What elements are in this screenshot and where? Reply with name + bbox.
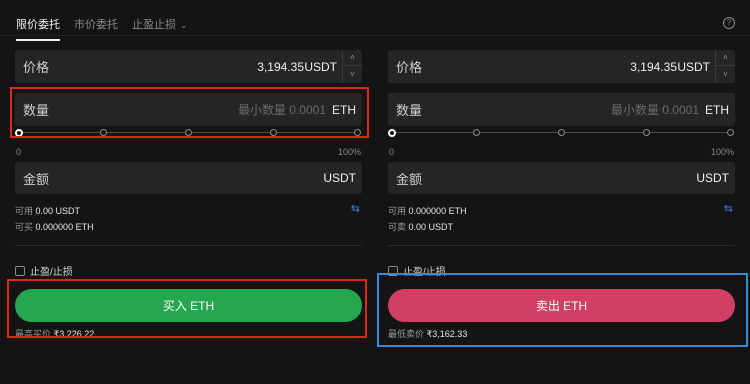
sell-amount-field[interactable]: 金额 USDT	[388, 162, 735, 194]
buy-best-price: 最高买价 ₹3,226.22	[15, 327, 94, 340]
buy-tpsl-checkbox[interactable]: 止盈/止损	[15, 263, 73, 278]
buy-price-field[interactable]: 价格 3,194.35 USDT ˄ ˅	[15, 50, 362, 83]
slider-step-100[interactable]	[727, 129, 734, 136]
sell-can-sell: 可卖 0.00 USDT	[388, 220, 453, 233]
sell-price-field[interactable]: 价格 3,194.35 USDT ˄ ˅	[388, 50, 735, 83]
sell-tpsl-label: 止盈/止损	[403, 267, 446, 278]
sell-available-label: 可用	[388, 206, 407, 216]
checkbox-icon[interactable]	[15, 265, 25, 276]
sell-qty-unit: ETH	[705, 102, 729, 117]
slider-step-25[interactable]	[473, 129, 480, 136]
sell-qty-placeholder: 最小数量 0.0001	[610, 103, 699, 117]
buy-price-label: 价格	[23, 60, 50, 75]
buy-slider-max-label: 100%	[337, 147, 361, 157]
increment-icon[interactable]: ˄	[716, 50, 735, 66]
buy-best-price-label: 最高买价	[15, 329, 52, 339]
slider-step-50[interactable]	[185, 129, 192, 136]
buy-eth-button[interactable]: 买入 ETH	[15, 289, 362, 322]
sell-slider-max-label: 100%	[710, 147, 734, 157]
buy-available-label: 可用	[15, 206, 34, 216]
sell-price-unit: USDT	[677, 59, 710, 74]
buy-price-stepper[interactable]: ˄ ˅	[342, 50, 362, 83]
slider-step-50[interactable]	[558, 129, 565, 136]
decrement-icon[interactable]: ˅	[716, 66, 735, 82]
sell-qty-label: 数量	[396, 103, 423, 118]
buy-can-buy-label: 可买	[15, 222, 34, 232]
buy-price-value: 3,194.35	[257, 59, 304, 74]
sell-tpsl-checkbox[interactable]: 止盈/止损	[388, 263, 446, 278]
sell-best-price-label: 最低卖价	[388, 329, 425, 339]
slider-step-75[interactable]	[270, 129, 277, 136]
slider-step-100[interactable]	[354, 129, 361, 136]
sell-divider	[388, 245, 735, 246]
slider-handle[interactable]	[388, 129, 396, 137]
sell-amount-unit: USDT	[696, 171, 729, 185]
sell-price-label: 价格	[396, 60, 423, 75]
sell-best-price-value: ₹3,162.33	[426, 329, 468, 339]
sell-panel: 价格 3,194.35 USDT ˄ ˅ 数量 最小数量 0.0001 ETH …	[388, 0, 735, 384]
sell-can-sell-value: 0.00 USDT	[408, 222, 454, 232]
sell-price-stepper[interactable]: ˄ ˅	[715, 50, 735, 83]
slider-step-75[interactable]	[643, 129, 650, 136]
slider-step-25[interactable]	[100, 129, 107, 136]
swap-icon[interactable]: ⇆	[351, 202, 360, 215]
sell-amount-label: 金额	[396, 171, 423, 187]
sell-price-value: 3,194.35	[630, 59, 677, 74]
buy-quantity-field[interactable]: 数量 最小数量 0.0001 ETH	[15, 93, 362, 126]
sell-available-value: 0.000000 ETH	[408, 206, 467, 216]
sell-available: 可用 0.000000 ETH	[388, 204, 467, 217]
buy-available: 可用 0.00 USDT	[15, 204, 80, 217]
decrement-icon[interactable]: ˅	[343, 66, 362, 82]
buy-can-buy-value: 0.000000 ETH	[35, 222, 94, 232]
buy-qty-label: 数量	[23, 103, 50, 118]
sell-best-price: 最低卖价 ₹3,162.33	[388, 327, 467, 340]
buy-price-unit: USDT	[304, 59, 337, 74]
slider-handle[interactable]	[15, 129, 23, 137]
buy-amount-unit: USDT	[323, 171, 356, 185]
buy-amount-field[interactable]: 金额 USDT	[15, 162, 362, 194]
buy-divider	[15, 245, 362, 246]
buy-qty-placeholder: 最小数量 0.0001	[237, 103, 326, 117]
sell-quantity-slider[interactable]	[388, 129, 735, 137]
buy-panel: 价格 3,194.35 USDT ˄ ˅ 数量 最小数量 0.0001 ETH …	[15, 0, 362, 384]
increment-icon[interactable]: ˄	[343, 50, 362, 66]
buy-can-buy: 可买 0.000000 ETH	[15, 220, 94, 233]
sell-eth-button[interactable]: 卖出 ETH	[388, 289, 735, 322]
buy-tpsl-label: 止盈/止损	[30, 267, 73, 278]
buy-quantity-slider[interactable]	[15, 129, 362, 137]
sell-can-sell-label: 可卖	[388, 222, 407, 232]
buy-best-price-value: ₹3,226.22	[53, 329, 95, 339]
buy-available-value: 0.00 USDT	[35, 206, 81, 216]
swap-icon[interactable]: ⇆	[724, 202, 733, 215]
buy-qty-unit: ETH	[332, 102, 356, 117]
sell-quantity-field[interactable]: 数量 最小数量 0.0001 ETH	[388, 93, 735, 126]
buy-slider-min-label: 0	[16, 147, 22, 157]
buy-amount-label: 金额	[23, 171, 50, 187]
checkbox-icon[interactable]	[388, 265, 398, 276]
sell-slider-min-label: 0	[389, 147, 395, 157]
